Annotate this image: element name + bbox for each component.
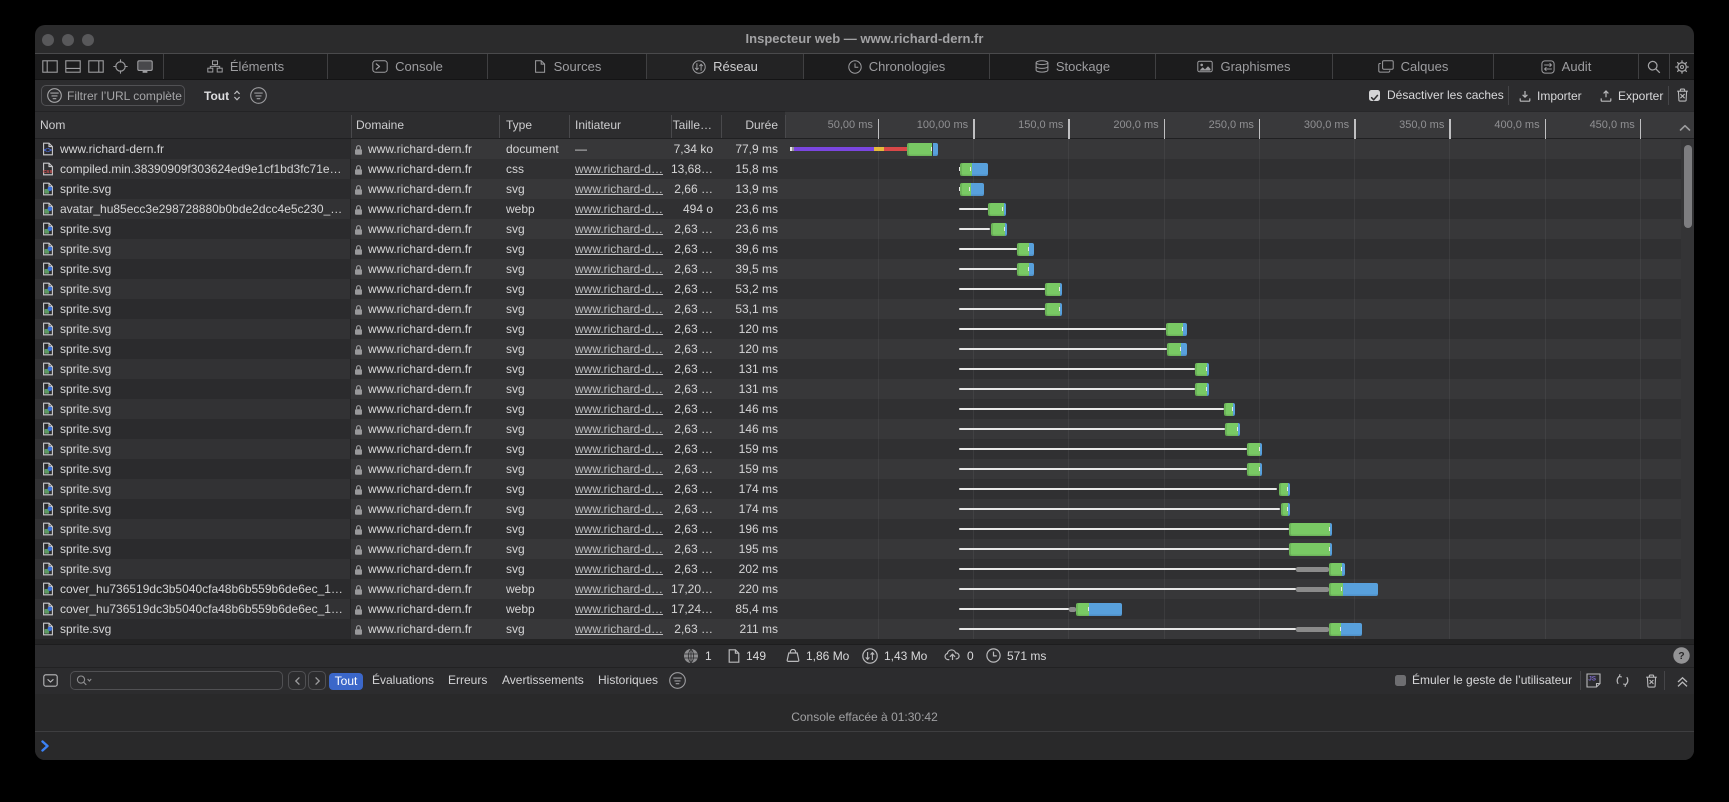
- svg-text:JS: JS: [1588, 675, 1597, 682]
- svg-text:<>: <>: [44, 148, 52, 155]
- svg-text:css: css: [43, 169, 53, 175]
- svg-text:?: ?: [1678, 650, 1684, 662]
